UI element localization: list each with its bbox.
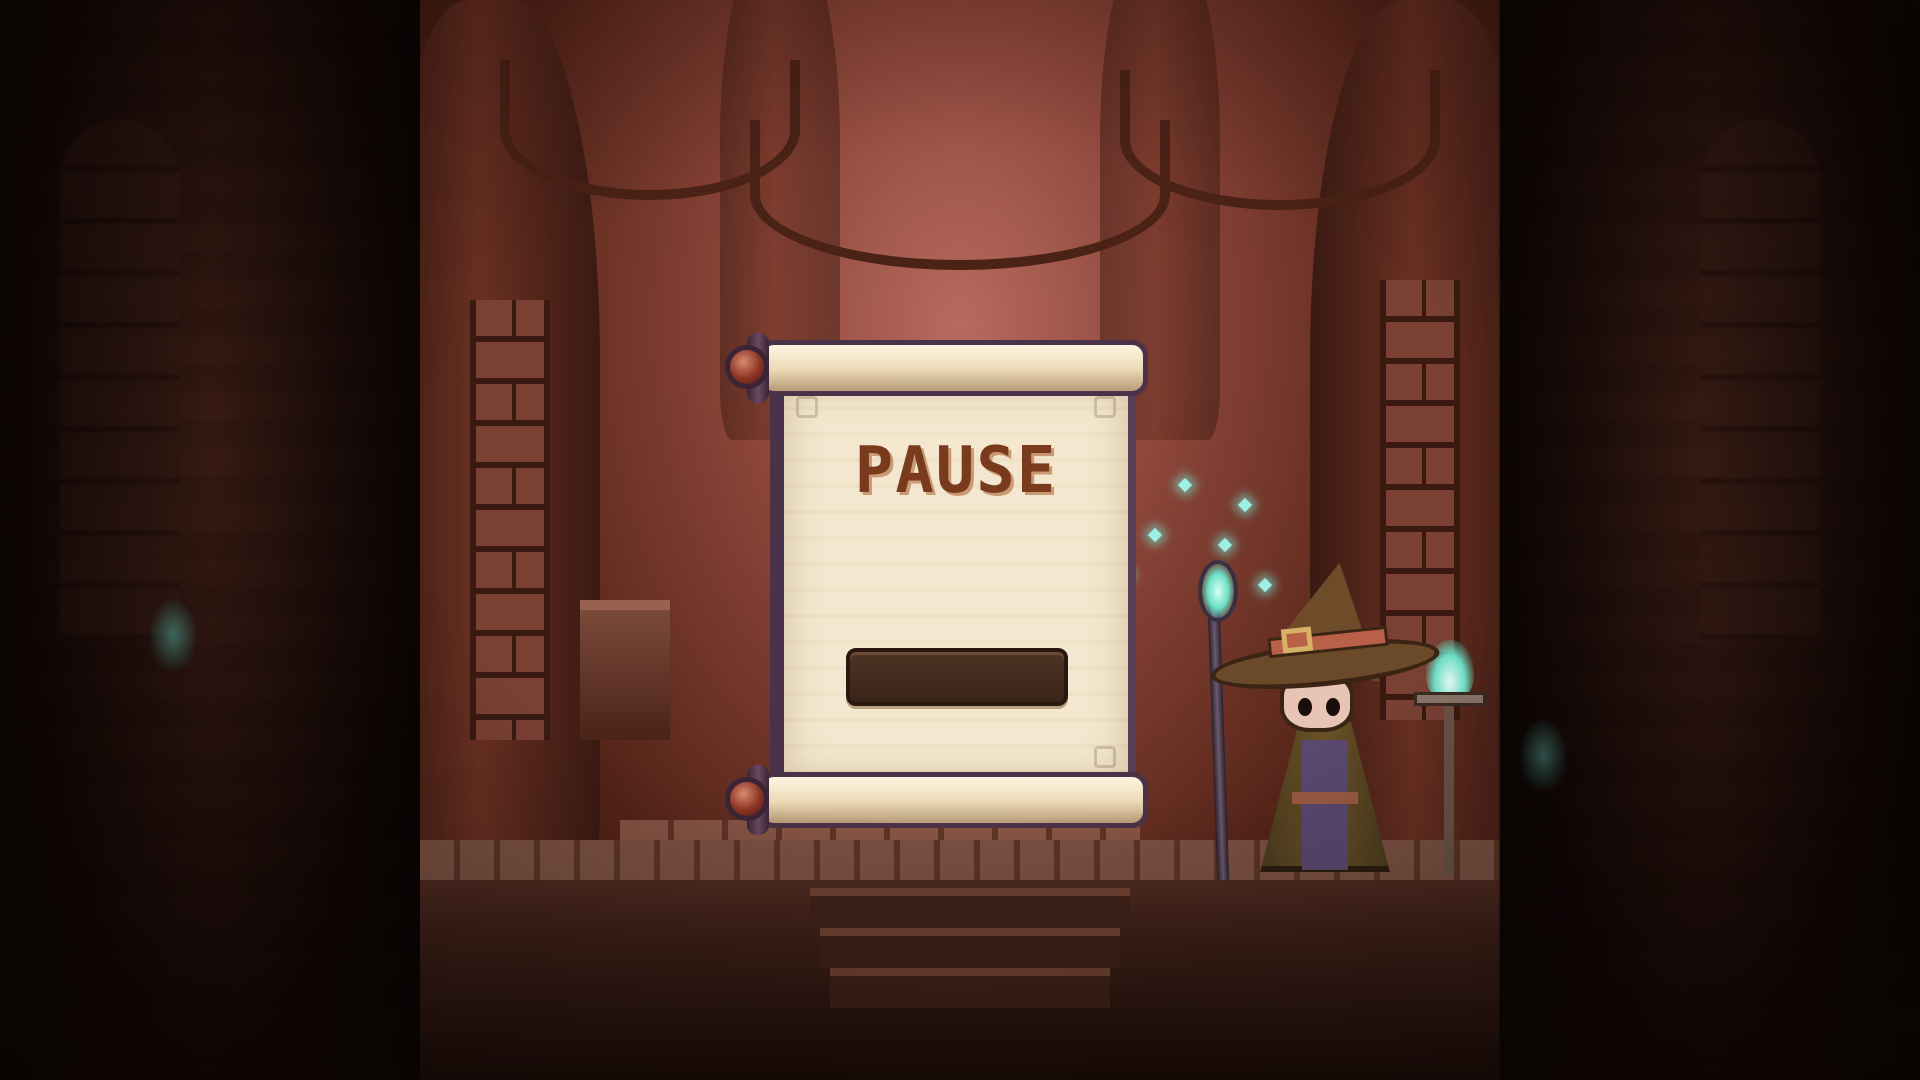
corner-ornament-icon bbox=[1094, 746, 1116, 768]
wizard-robe bbox=[1302, 740, 1348, 870]
brazier-flame-icon bbox=[1410, 640, 1490, 880]
staff-orb bbox=[1198, 560, 1238, 622]
stone-pedestal bbox=[580, 600, 670, 740]
rod-knob-icon bbox=[725, 345, 769, 389]
wizard-eye bbox=[1326, 698, 1340, 716]
right-brick-arch bbox=[1700, 120, 1820, 640]
hanging-vine bbox=[750, 120, 1170, 270]
left-background-panel bbox=[0, 0, 420, 1080]
right-glow-icon bbox=[1520, 720, 1566, 790]
wizard-belt bbox=[1292, 792, 1358, 804]
scroll-paper: PAUSE bbox=[770, 384, 1136, 780]
hat-buckle-icon bbox=[1280, 626, 1314, 654]
magic-staff-icon bbox=[1206, 579, 1230, 881]
hanging-vine bbox=[1120, 70, 1440, 210]
rod-knob-icon bbox=[725, 777, 769, 821]
stair-step bbox=[820, 928, 1120, 968]
sparkle bbox=[1217, 537, 1233, 553]
brick-column-left bbox=[470, 300, 550, 740]
scroll-top-rod bbox=[725, 333, 1148, 403]
corner-ornament-icon bbox=[796, 396, 818, 418]
game-scene: PAUSE bbox=[0, 0, 1920, 1080]
stair-step bbox=[810, 888, 1130, 928]
wizard-eye bbox=[1298, 698, 1312, 716]
scroll-bottom-rod bbox=[725, 765, 1148, 835]
right-background-panel bbox=[1500, 0, 1920, 1080]
sparkle bbox=[1257, 577, 1273, 593]
stair-step bbox=[830, 968, 1110, 1008]
brazier-stand bbox=[1444, 706, 1454, 876]
left-brick-arch bbox=[60, 120, 180, 640]
corner-ornament-icon bbox=[1094, 396, 1116, 418]
brazier-bowl bbox=[1414, 692, 1486, 706]
pause-title: PAUSE bbox=[854, 434, 1058, 508]
resume-button[interactable] bbox=[846, 648, 1068, 706]
left-glow-icon bbox=[150, 600, 196, 670]
pause-menu-scroll: PAUSE bbox=[718, 333, 1158, 835]
